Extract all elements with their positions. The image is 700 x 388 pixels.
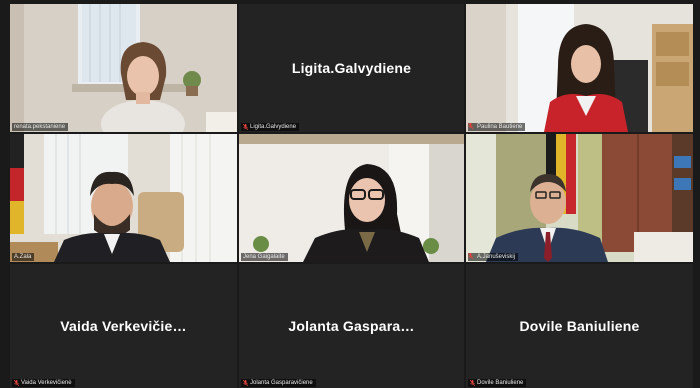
muted-mic-icon <box>468 253 475 260</box>
participant-tile-dovile[interactable]: Dovile Baniuliene Dovile Baniuliene <box>466 264 693 388</box>
participant-display-name: Jolanta Gaspara… <box>288 318 415 334</box>
participant-name-tag: Ligita.Galvydiene <box>241 123 300 131</box>
participant-tile-azala[interactable]: A.Zala <box>10 134 237 262</box>
participant-tile-jolanta[interactable]: Jolanta Gaspara… Jolanta Gasparavičiene <box>239 264 464 388</box>
video-feed-paulina <box>466 4 693 132</box>
participant-tile-janusevskij[interactable]: A.Januševiskij <box>466 134 693 262</box>
participant-tile-ligita[interactable]: Ligita.Galvydiene Ligita.Galvydiene <box>239 4 464 132</box>
video-feed-renata <box>10 4 237 132</box>
participant-display-name: Ligita.Galvydiene <box>291 60 412 76</box>
video-feed-janusevskij <box>466 134 693 262</box>
muted-mic-icon <box>468 123 475 130</box>
muted-mic-icon <box>14 380 19 386</box>
participant-name-tag: Paulina Bautiene <box>468 123 526 131</box>
participant-display-name: Dovile Baniuliene <box>519 318 640 334</box>
video-feed-azala <box>10 134 237 262</box>
participant-display-name: Vaida Verkevičie… <box>60 318 187 334</box>
participant-name-tag: Jena Gaigalaite <box>241 253 288 261</box>
muted-mic-icon <box>470 380 475 386</box>
participant-name-tag: Vaida Verkevičienė <box>12 379 75 387</box>
participant-tile-vaida[interactable]: Vaida Verkevičie… Vaida Verkevičienė <box>10 264 237 388</box>
participant-name-tag: Dovile Baniuliene <box>468 379 527 387</box>
participant-name-tag: A.Januševiskij <box>468 253 519 261</box>
muted-mic-icon <box>243 124 248 130</box>
participant-name-tag: Jolanta Gasparavičiene <box>241 379 316 387</box>
muted-mic-icon <box>243 380 248 386</box>
participant-tile-renata[interactable]: renata.pekstaniene <box>10 4 237 132</box>
participant-tile-paulina[interactable]: Paulina Bautiene <box>466 4 693 132</box>
participant-name-tag: renata.pekstaniene <box>12 123 69 131</box>
video-feed-jena <box>239 134 464 262</box>
participant-tile-jena[interactable]: Jena Gaigalaite <box>239 134 464 262</box>
participant-name-tag: A.Zala <box>12 253 35 261</box>
